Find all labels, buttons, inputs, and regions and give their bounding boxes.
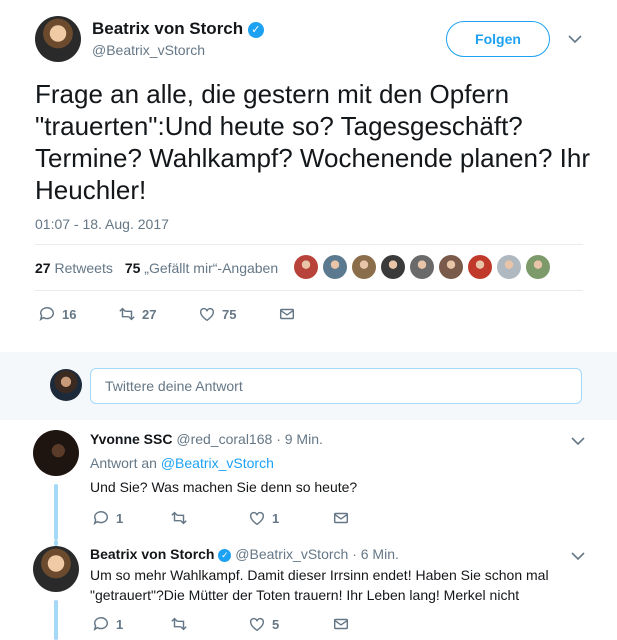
reply-icon	[93, 617, 108, 632]
heart-icon	[249, 511, 265, 526]
liker-avatar[interactable]	[439, 255, 463, 279]
envelope-icon	[333, 618, 349, 630]
reply-author-name[interactable]: Yvonne SSC	[90, 431, 172, 447]
likes-stat[interactable]: 75 „Gefällt mir“-Angaben	[125, 260, 278, 276]
reply-icon	[39, 307, 54, 322]
reply-avatar[interactable]	[33, 546, 79, 592]
current-user-avatar	[50, 369, 82, 401]
tweet-stats: 27 Retweets 75 „Gefällt mir“-Angaben	[35, 260, 278, 276]
reply-time[interactable]: · 6 Min.	[352, 546, 399, 562]
message-button[interactable]	[332, 509, 350, 527]
likers-avatars	[294, 255, 550, 279]
retweet-icon	[171, 617, 187, 631]
verified-badge-icon: ✓	[247, 21, 264, 38]
likes-label: „Gefällt mir“-Angaben	[144, 260, 279, 276]
reply-input-placeholder: Twittere deine Antwort	[105, 378, 243, 394]
divider	[35, 290, 583, 291]
verified-badge-icon: ✓	[218, 548, 232, 562]
reply-text: Und Sie? Was machen Sie denn so heute?	[90, 479, 358, 495]
liker-avatar[interactable]	[497, 255, 521, 279]
liker-avatar[interactable]	[381, 255, 405, 279]
like-button[interactable]: 75	[198, 305, 278, 323]
envelope-icon	[333, 512, 349, 524]
like-count: 1	[272, 510, 280, 526]
retweets-count: 27	[35, 260, 51, 276]
like-count: 5	[272, 616, 280, 632]
reply-author-handle[interactable]: @Beatrix_vStorch	[235, 546, 348, 562]
reply-button[interactable]: 1	[92, 509, 170, 527]
tweet-timestamp[interactable]: 01:07 - 18. Aug. 2017	[35, 216, 169, 232]
follow-button[interactable]: Folgen	[446, 21, 550, 57]
liker-avatar[interactable]	[526, 255, 550, 279]
liker-avatar[interactable]	[410, 255, 434, 279]
tweet-text: Frage an alle, die gestern mit den Opfer…	[35, 79, 590, 205]
retweet-button[interactable]	[170, 615, 248, 633]
liker-avatar[interactable]	[294, 255, 318, 279]
reply-author-handle[interactable]: @red_coral168	[176, 431, 272, 447]
heart-icon	[199, 307, 215, 322]
reply-actions: 1 1	[92, 509, 350, 527]
reply-to-prefix: Antwort an	[90, 455, 161, 471]
like-count: 75	[222, 306, 237, 322]
liker-avatar[interactable]	[323, 255, 347, 279]
thread-line	[54, 484, 58, 540]
retweet-icon	[171, 511, 187, 525]
liker-avatar[interactable]	[352, 255, 376, 279]
retweets-stat[interactable]: 27 Retweets	[35, 260, 113, 276]
chevron-down-icon[interactable]	[568, 33, 582, 47]
retweet-count: 27	[142, 306, 157, 322]
reply-header: Yvonne SSC @red_coral168 · 9 Min.	[90, 431, 323, 447]
author-name[interactable]: Beatrix von Storch	[92, 19, 243, 38]
reply-to-handle[interactable]: @Beatrix_vStorch	[161, 455, 274, 471]
reply-item[interactable]: Beatrix von Storch ✓ @Beatrix_vStorch · …	[0, 540, 617, 640]
like-button[interactable]: 1	[248, 509, 332, 527]
chevron-down-icon[interactable]	[571, 550, 585, 564]
reply-to-line: Antwort an @Beatrix_vStorch	[90, 455, 274, 471]
retweet-button[interactable]	[170, 509, 248, 527]
reply-actions: 1 5	[92, 615, 350, 633]
heart-icon	[249, 617, 265, 632]
author-avatar[interactable]	[35, 16, 81, 62]
reply-header: Beatrix von Storch ✓ @Beatrix_vStorch · …	[90, 546, 399, 562]
tweet-actions: 16 27 75	[38, 305, 296, 323]
reply-avatar[interactable]	[33, 430, 79, 476]
retweet-button[interactable]: 27	[118, 305, 198, 323]
reply-button[interactable]: 1	[92, 615, 170, 633]
chevron-down-icon[interactable]	[571, 435, 585, 449]
retweet-icon	[119, 307, 135, 321]
main-tweet: Beatrix von Storch ✓ @Beatrix_vStorch Fo…	[0, 0, 617, 352]
reply-button[interactable]: 16	[38, 305, 118, 323]
reply-item[interactable]: Yvonne SSC @red_coral168 · 9 Min. Antwor…	[0, 420, 617, 544]
liker-avatar[interactable]	[468, 255, 492, 279]
reply-input[interactable]: Twittere deine Antwort	[90, 368, 582, 404]
reply-count: 16	[62, 306, 77, 322]
retweets-label: Retweets	[54, 260, 113, 276]
thread-line	[54, 600, 58, 640]
reply-count: 1	[116, 616, 124, 632]
reply-icon	[93, 511, 108, 526]
author-handle[interactable]: @Beatrix_vStorch	[92, 42, 205, 58]
reply-count: 1	[116, 510, 124, 526]
envelope-icon	[279, 308, 295, 320]
like-button[interactable]: 5	[248, 615, 332, 633]
reply-composer: Twittere deine Antwort	[0, 352, 617, 420]
message-button[interactable]	[332, 615, 350, 633]
reply-author-name[interactable]: Beatrix von Storch	[90, 546, 214, 562]
likes-count: 75	[124, 260, 141, 276]
author-name-row[interactable]: Beatrix von Storch ✓	[92, 19, 264, 39]
reply-text: Um so mehr Wahlkampf. Damit dieser Irrsi…	[90, 567, 549, 603]
reply-time[interactable]: · 9 Min.	[276, 431, 323, 447]
divider	[35, 244, 583, 245]
message-button[interactable]	[278, 305, 296, 323]
